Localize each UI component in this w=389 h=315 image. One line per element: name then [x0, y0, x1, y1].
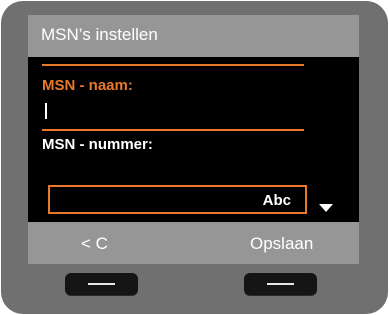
field-top-border — [42, 64, 304, 66]
left-display-key[interactable] — [65, 273, 138, 295]
field-bottom-border — [42, 129, 304, 131]
title-bar: MSN’s instellen — [28, 15, 359, 57]
text-cursor — [45, 103, 47, 119]
msn-name-input[interactable] — [42, 97, 304, 127]
msn-number-label[interactable]: MSN - nummer: — [42, 136, 153, 153]
softkey-right-save[interactable]: Opslaan — [250, 234, 313, 254]
input-mode-indicator: Abc — [262, 192, 291, 209]
display-screen: MSN - naam: MSN - nummer: Abc — [28, 57, 359, 222]
msn-number-input[interactable] — [42, 155, 304, 179]
scroll-down-icon — [319, 204, 333, 212]
msn-name-label: MSN - naam: — [42, 77, 133, 94]
phone-bezel: MSN’s instellen MSN - naam: MSN - nummer… — [1, 1, 388, 314]
page-title: MSN’s instellen — [41, 25, 158, 44]
softkey-bar: < C Opslaan — [28, 222, 359, 264]
key-bar-icon — [88, 283, 115, 285]
softkey-left-clear[interactable]: < C — [81, 234, 108, 254]
input-mode-box[interactable]: Abc — [48, 185, 307, 214]
key-bar-icon — [267, 283, 294, 285]
right-display-key[interactable] — [244, 273, 317, 295]
